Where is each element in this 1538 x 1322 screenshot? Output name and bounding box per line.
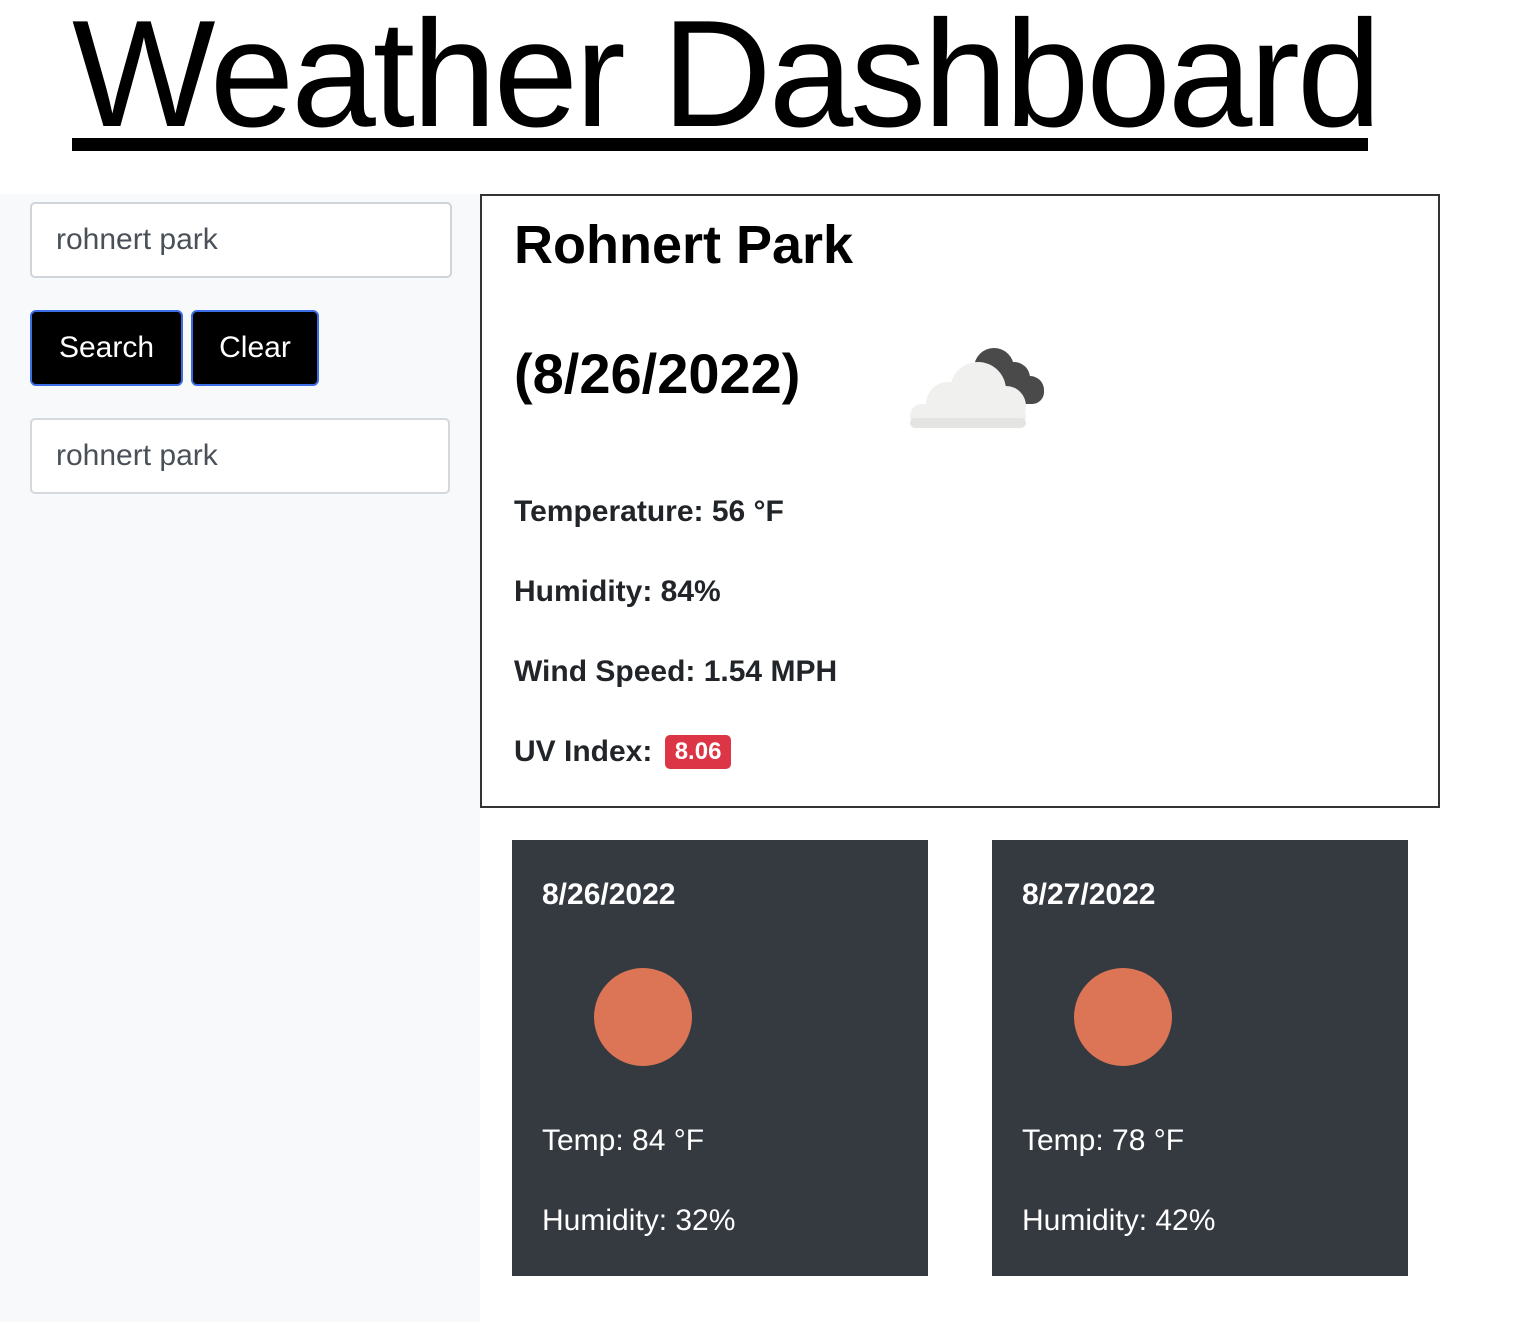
search-sidebar: rohnert park Search Clear rohnert park (0, 194, 480, 1322)
forecast-humidity: Humidity: 42% (1022, 1204, 1216, 1237)
current-humidity: Humidity: 84% (514, 575, 721, 608)
forecast-card: 8/27/2022 Temp: 78 °F Humidity: 42% (992, 840, 1408, 1276)
sun-icon (1074, 968, 1172, 1066)
page-title: Weather Dashboard (72, 0, 1382, 159)
current-weather-card: Rohnert Park (8/26/2022) Temperature: 56… (480, 194, 1440, 808)
current-temperature: Temperature: 56 °F (514, 495, 784, 528)
search-button[interactable]: Search (30, 310, 183, 386)
current-date: (8/26/2022) (514, 342, 801, 405)
search-history-item[interactable]: rohnert park (30, 418, 450, 494)
current-uv-index: UV Index: 8.06 (514, 734, 732, 770)
forecast-temp: Temp: 84 °F (542, 1124, 705, 1157)
forecast-humidity: Humidity: 32% (542, 1204, 736, 1237)
title-underline (72, 138, 1368, 151)
forecast-date: 8/26/2022 (542, 878, 676, 911)
forecast-card: 8/26/2022 Temp: 84 °F Humidity: 32% (512, 840, 928, 1276)
forecast-temp: Temp: 78 °F (1022, 1124, 1185, 1157)
forecast-date: 8/27/2022 (1022, 878, 1156, 911)
current-wind-speed: Wind Speed: 1.54 MPH (514, 655, 838, 688)
uv-index-badge: 8.06 (664, 735, 732, 769)
weather-dashboard-page: Weather Dashboard rohnert park Search Cl… (0, 0, 1538, 1322)
sun-icon (594, 968, 692, 1066)
cloud-icon (910, 348, 1044, 428)
current-city-name: Rohnert Park (514, 215, 854, 275)
city-search-input[interactable]: rohnert park (30, 202, 452, 278)
uv-index-label: UV Index: (514, 735, 653, 768)
clear-button[interactable]: Clear (191, 310, 319, 386)
